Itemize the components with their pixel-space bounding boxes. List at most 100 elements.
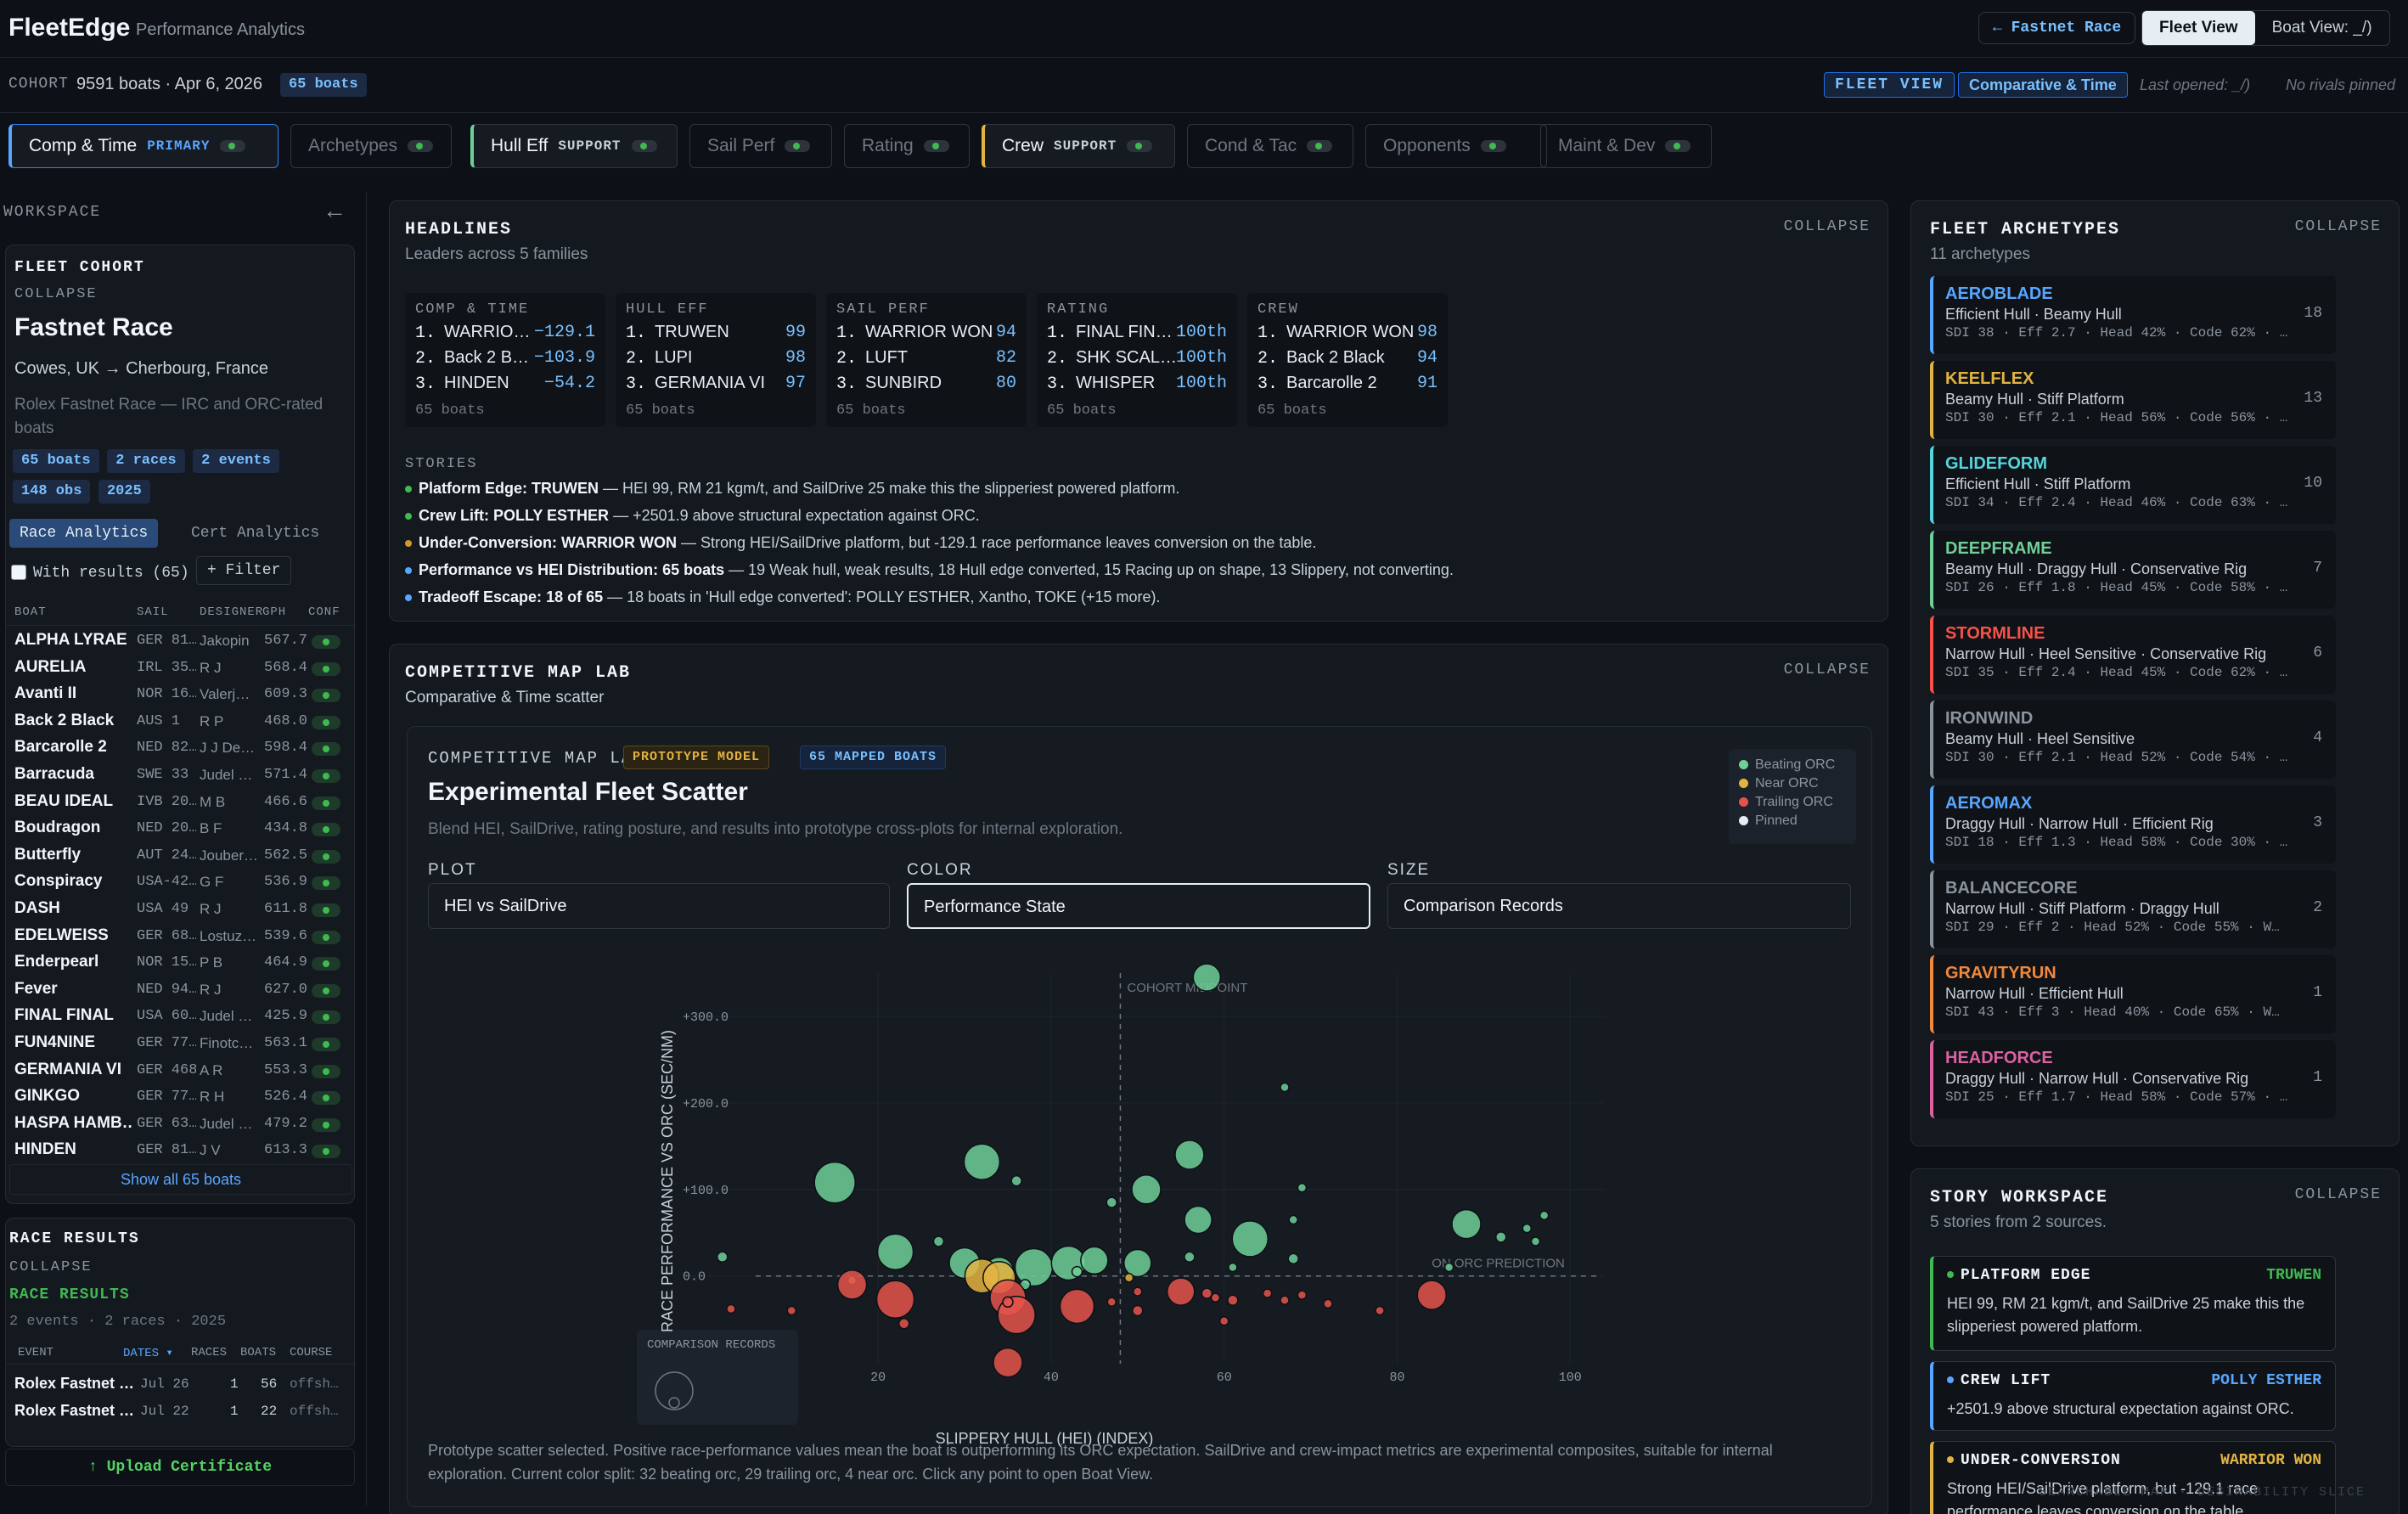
col-boats[interactable]: BOATS [240, 1346, 276, 1359]
collapse-button[interactable]: COLLAPSE [1784, 661, 1871, 678]
tab-toggle[interactable] [923, 140, 949, 152]
col-sail[interactable]: SAIL [137, 605, 169, 619]
table-row[interactable]: HASPA HAMB… GER 63… Judel … 479.2 [1, 1111, 357, 1138]
archetype-card[interactable]: STORMLINE Narrow Hull · Heel Sensitive · … [1930, 616, 2336, 694]
tab-rating[interactable]: Rating [844, 124, 970, 168]
table-row[interactable]: FUN4NINE GER 77… Finotc… 563.1 [1, 1030, 357, 1057]
table-row[interactable]: BEAU IDEAL IVB 20… M B 466.6 [1, 789, 357, 816]
story-card[interactable]: CREW LIFT POLLY ESTHER +2501.9 above struc… [1930, 1361, 2336, 1431]
table-row[interactable]: FINAL FINAL USA 60… Judel … 425.9 [1, 1003, 357, 1030]
col-boat[interactable]: BOAT [14, 605, 47, 619]
tab-crew[interactable]: Crew SUPPORT [982, 124, 1175, 168]
collapse-button[interactable]: COLLAPSE [9, 1259, 93, 1275]
collapse-button[interactable]: COLLAPSE [2295, 218, 2382, 235]
arrow-left-icon[interactable]: ← [323, 197, 346, 224]
table-row[interactable]: Barracuda SWE 33 Judel … 571.4 [1, 762, 357, 789]
tab-maint-dev[interactable]: Maint & Dev [1540, 124, 1712, 168]
table-row[interactable]: Enderpearl NOR 15… P B 464.9 [1, 949, 357, 977]
tab-toggle[interactable] [1665, 140, 1691, 152]
scatter-chart[interactable]: COHORT MIDPOINT ON ORC PREDICTION 20 40 60… [637, 956, 1613, 1449]
tab-sail-perf[interactable]: Sail Perf [689, 124, 832, 168]
headline-card[interactable]: CREW 1. WARRIOR WON 98 2. Back 2 Black 94 3. Bar… [1247, 293, 1448, 427]
story-item[interactable]: Crew Lift: POLLY ESTHER — +2501.9 above … [405, 507, 1874, 525]
upload-certificate-button[interactable]: ↑ Upload Certificate [5, 1449, 355, 1486]
tab-hull-eff[interactable]: Hull Eff SUPPORT [470, 124, 678, 168]
archetype-card[interactable]: HEADFORCE Draggy Hull · Narrow Hull · Con… [1930, 1040, 2336, 1118]
story-item[interactable]: Platform Edge: TRUWEN — HEI 99, RM 21 kg… [405, 480, 1874, 498]
archetype-card[interactable]: GRAVITYRUN Narrow Hull · Efficient Hull SD… [1930, 955, 2336, 1033]
legend-swatch [1739, 779, 1748, 789]
fleet-view-button[interactable]: Fleet View [2142, 11, 2255, 45]
story-card[interactable]: UNDER-CONVERSION WARRIOR WON Strong HEI/Sa… [1930, 1441, 2336, 1514]
headline-card[interactable]: RATING 1. FINAL FIN… 100th 2. SHK SCAL… 100th 3… [1037, 293, 1237, 427]
tab-cond-tac[interactable]: Cond & Tac [1187, 124, 1353, 168]
legend-item[interactable]: Trailing ORC [1739, 795, 1846, 810]
table-row[interactable]: HINDEN GER 81… J V 613.3 [1, 1137, 357, 1164]
tab-toggle[interactable] [220, 140, 246, 152]
race-route: Cowes, UK → Cherbourg, France [14, 359, 269, 378]
collapse-button[interactable]: COLLAPSE [14, 286, 98, 302]
tab-archetypes[interactable]: Archetypes [290, 124, 452, 168]
table-row[interactable]: Rolex Fastnet … Jul 26 1 56 offsh… [6, 1371, 356, 1397]
legend-item[interactable]: Beating ORC [1739, 757, 1846, 773]
story-item[interactable]: Under-Conversion: WARRIOR WON — Strong H… [405, 534, 1874, 552]
archetype-name: GRAVITYRUN [1945, 964, 2056, 982]
legend-item[interactable]: Near ORC [1739, 776, 1846, 791]
with-results-checkbox[interactable] [11, 565, 26, 580]
collapse-button[interactable]: COLLAPSE [2295, 1186, 2382, 1203]
col-event[interactable]: EVENT [18, 1346, 53, 1359]
story-item[interactable]: Tradeoff Escape: 18 of 65 — 18 boats in … [405, 588, 1874, 606]
tab-toggle[interactable] [1307, 140, 1333, 152]
archetype-card[interactable]: AEROBLADE Efficient Hull · Beamy Hull SDI … [1930, 276, 2336, 354]
table-row[interactable]: GINKGO GER 77… R H 526.4 [1, 1083, 357, 1111]
boat-view-button[interactable]: Boat View: _/) [2255, 11, 2389, 45]
table-row[interactable]: AURELIA IRL 35… R J 568.4 [1, 655, 357, 682]
table-row[interactable]: Fever NED 94… R J 627.0 [1, 977, 357, 1004]
archetype-card[interactable]: AEROMAX Draggy Hull · Narrow Hull · Effic… [1930, 785, 2336, 864]
cert-analytics-tab[interactable]: Cert Analytics [181, 519, 329, 548]
archetype-card[interactable]: IRONWIND Beamy Hull · Heel Sensitive SDI 3… [1930, 701, 2336, 779]
tab-toggle[interactable] [631, 140, 657, 152]
table-row[interactable]: Avanti II NOR 16… Valerj… 609.3 [1, 681, 357, 708]
col-course[interactable]: COURSE [290, 1346, 332, 1359]
story-item[interactable]: Performance vs HEI Distribution: 65 boat… [405, 561, 1874, 579]
tab-opponents[interactable]: Opponents [1365, 124, 1547, 168]
table-row[interactable]: ALPHA LYRAE GER 81… Jakopin 567.7 [1, 628, 357, 655]
tab-toggle[interactable] [408, 140, 434, 152]
show-all-boats-link[interactable]: Show all 65 boats [9, 1164, 352, 1195]
col-races[interactable]: RACES [191, 1346, 227, 1359]
size-select[interactable]: Comparison Records [1387, 883, 1851, 929]
table-row[interactable]: Butterfly AUT 24… Jouber… 562.5 [1, 842, 357, 870]
table-row[interactable]: EDELWEISS GER 68… Lostuz… 539.6 [1, 923, 357, 950]
legend-item[interactable]: Pinned [1739, 813, 1846, 829]
col-gph[interactable]: GPH [262, 605, 286, 619]
table-row[interactable]: Back 2 Black AUS 1 R P 468.0 [1, 708, 357, 735]
color-select[interactable]: Performance State [907, 883, 1370, 929]
archetype-card[interactable]: DEEPFRAME Beamy Hull · Draggy Hull · Cons… [1930, 531, 2336, 609]
col-dates[interactable]: DATES ▾ [123, 1346, 173, 1360]
table-row[interactable]: Boudragon NED 20… B F 434.8 [1, 815, 357, 842]
table-row[interactable]: Rolex Fastnet … Jul 22 1 22 offsh… [6, 1399, 356, 1424]
headline-card[interactable]: HULL EFF 1. TRUWEN 99 2. LUPI 98 3. GERMANIA VI 9… [616, 293, 816, 427]
archetype-card[interactable]: GLIDEFORM Efficient Hull · Stiff Platform… [1930, 446, 2336, 524]
tab-toggle[interactable] [785, 140, 811, 152]
filter-button[interactable]: + Filter [196, 556, 292, 585]
headline-card[interactable]: COMP & TIME 1. WARRIO… −129.1 2. Back 2 B… −10… [405, 293, 605, 427]
col-designer[interactable]: DESIGNER [200, 605, 263, 619]
tab-comp-time[interactable]: Comp & Time PRIMARY [8, 124, 278, 168]
table-row[interactable]: DASH USA 49 R J 611.8 [1, 896, 357, 923]
collapse-button[interactable]: COLLAPSE [1784, 218, 1871, 235]
race-back-chip[interactable]: ← Fastnet Race [1978, 12, 2136, 44]
story-card[interactable]: PLATFORM EDGE TRUWEN HEI 99, RM 21 kgm/t, … [1930, 1256, 2336, 1351]
table-row[interactable]: Conspiracy USA-42… G F 536.9 [1, 869, 357, 896]
race-analytics-tab[interactable]: Race Analytics [9, 519, 159, 548]
archetype-card[interactable]: BALANCECORE Narrow Hull · Stiff Platform … [1930, 870, 2336, 948]
tab-toggle[interactable] [1127, 140, 1153, 152]
tab-toggle[interactable] [1480, 140, 1506, 152]
headline-card[interactable]: SAIL PERF 1. WARRIOR WON 94 2. LUFT 82 3. SUNBIR… [826, 293, 1027, 427]
col-conf[interactable]: CONF [308, 605, 340, 619]
table-row[interactable]: GERMANIA VI GER 468 A R 553.3 [1, 1057, 357, 1084]
plot-select[interactable]: HEI vs SailDrive [428, 883, 890, 929]
archetype-card[interactable]: KEELFLEX Beamy Hull · Stiff Platform SDI 3… [1930, 361, 2336, 439]
table-row[interactable]: Barcarolle 2 NED 82… J J De… 598.4 [1, 734, 357, 762]
